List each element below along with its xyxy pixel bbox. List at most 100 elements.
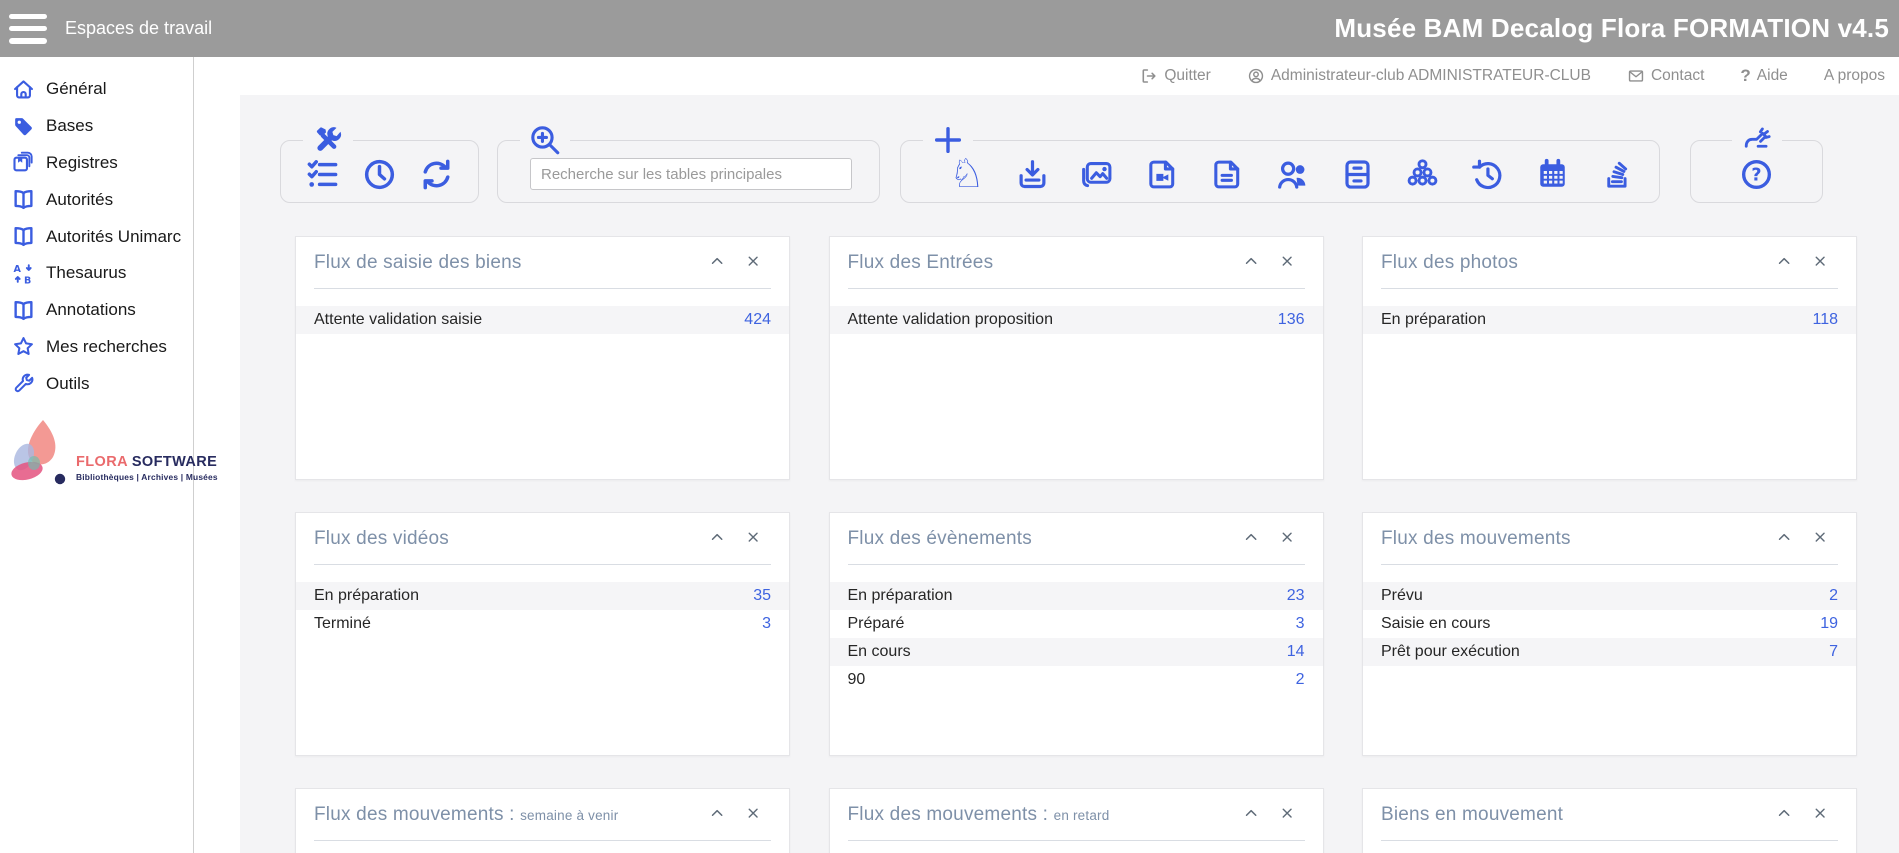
flux-row-label: Attente validation proposition [848,311,1053,329]
close-icon[interactable] [1812,805,1830,823]
card-separator [1381,840,1838,841]
flux-row-label: En préparation [848,587,953,605]
history-icon[interactable] [1470,157,1505,192]
card-rows: En préparation23Préparé3En cours14902 [830,582,1323,694]
flora-software-logo: FLORA SOFTWARE Bibliothèques | Archives … [0,418,193,492]
close-icon[interactable] [745,253,763,271]
card-rows: En préparation35Terminé3 [296,582,789,638]
sidebar-item-bases[interactable]: Bases [0,108,193,145]
card-flux-videos: Flux des vidéosEn préparation35Terminé3 [295,512,790,756]
flux-row[interactable]: Prêt pour exécution7 [1363,638,1856,666]
flux-row[interactable]: En préparation35 [296,582,789,610]
flux-row-label: Prévu [1381,587,1423,605]
flux-row[interactable]: Attente validation saisie424 [296,306,789,334]
close-icon[interactable] [1279,253,1297,271]
photos-icon[interactable] [1080,157,1115,192]
collapse-icon[interactable] [709,529,727,547]
sidebar-item-thesaurus[interactable]: ABThesaurus [0,255,193,292]
sidebar-item-label: Outils [46,374,89,394]
flux-row[interactable]: En cours14 [830,638,1323,666]
close-icon[interactable] [1812,529,1830,547]
help-icon[interactable]: ? [1739,157,1774,192]
flux-row[interactable]: Prévu 2 [1363,582,1856,610]
flux-row[interactable]: 902 [830,666,1323,694]
sidebar-item-mes-recherches[interactable]: Mes recherches [0,329,193,366]
card-flux-mouvements: Flux des mouvementsPrévu2Saisie en cours… [1362,512,1857,756]
flux-row[interactable]: En préparation118 [1363,306,1856,334]
flux-row-label: Prêt pour exécution [1381,643,1520,661]
collapse-icon[interactable] [1776,529,1794,547]
card-header: Flux des mouvements : en retard [830,789,1323,826]
utility-link-apropos[interactable]: A propos [1824,67,1885,85]
main-search-input[interactable] [530,158,852,190]
collapse-icon[interactable] [1776,253,1794,271]
sidebar-item-outils[interactable]: Outils [0,365,193,402]
archive-icon[interactable] [1340,157,1375,192]
card-title: Flux des mouvements : semaine à venir [314,804,771,826]
collapse-icon[interactable] [1243,805,1261,823]
card-flux-entrees: Flux des Entrées Attente validation propo… [829,236,1324,480]
close-icon[interactable] [745,529,763,547]
chess-knight-icon[interactable]: ♘ [949,156,985,192]
utility-link-quitter[interactable]: Quitter [1140,67,1211,85]
utility-link-aide[interactable]: ?Aide [1740,66,1787,86]
flux-row[interactable]: Terminé3 [296,610,789,638]
card-header: Flux des mouvements : semaine à venir [296,789,789,826]
document-icon[interactable] [1210,157,1245,192]
sidebar-item-general[interactable]: Général [0,71,193,108]
card-separator [1381,564,1838,565]
cluster-icon[interactable] [1405,157,1440,192]
home-icon [11,77,35,101]
flux-row[interactable]: Attente validation proposition136 [830,306,1323,334]
close-icon[interactable] [1279,529,1297,547]
flux-row-count: 3 [1296,615,1305,633]
sidebar-item-label: Mes recherches [46,337,167,357]
sidebar-item-registres[interactable]: Registres [0,145,193,182]
flux-row-count: 35 [753,587,771,605]
refresh-icon[interactable] [419,157,454,192]
flux-row[interactable]: En préparation23 [830,582,1323,610]
sidebar-item-annotations[interactable]: Annotations [0,292,193,329]
collapse-icon[interactable] [1776,805,1794,823]
video-file-icon[interactable] [1145,157,1180,192]
collapse-icon[interactable] [709,805,727,823]
sidebar-nav: Général BasesRegistresAutoritésAutorités … [0,57,193,402]
card-flux-mouvements-semaine: Flux des mouvements : semaine à venir [295,788,790,853]
book-open-icon [11,225,35,249]
collapse-icon[interactable] [1243,253,1261,271]
flux-row-count: 2 [1296,671,1305,689]
card-flux-photos: Flux des photosEn préparation118 [1362,236,1857,480]
flux-row[interactable]: Préparé3 [830,610,1323,638]
clock-icon[interactable] [362,157,397,192]
flux-row[interactable]: Saisie en cours19 [1363,610,1856,638]
copies-icon [11,151,35,175]
sidebar-item-autorites-unimarc[interactable]: Autorités Unimarc [0,218,193,255]
svg-text:A: A [13,264,21,275]
stack-icon[interactable] [1600,157,1635,192]
book-open-icon [11,298,35,322]
calendar-icon[interactable] [1535,157,1570,192]
hamburger-menu-icon[interactable] [9,14,47,44]
card-separator [848,564,1305,565]
close-icon[interactable] [1279,805,1297,823]
snap-fingers-icon[interactable] [1740,123,1774,157]
utility-link-contact[interactable]: Contact [1627,67,1704,85]
zoom-plus-icon[interactable] [528,123,562,157]
close-icon[interactable] [1812,253,1830,271]
checklist-icon[interactable] [305,157,340,192]
sidebar-item-autorites[interactable]: Autorités [0,181,193,218]
card-title: Flux de saisie des biens [314,252,771,274]
sidebar-item-label: Général [46,79,106,99]
utility-link-user[interactable]: Administrateur-club ADMINISTRATEUR-CLUB [1247,67,1591,85]
card-header: Flux des Entrées [830,237,1323,274]
flux-row-count: 2 [1829,587,1838,605]
close-icon[interactable] [745,805,763,823]
collapse-icon[interactable] [1243,529,1261,547]
star-icon [11,335,35,359]
collapse-icon[interactable] [709,253,727,271]
users-icon[interactable] [1275,157,1310,192]
import-icon[interactable] [1015,157,1050,192]
tools-icon[interactable] [311,123,345,157]
utility-bar: Quitter Administrateur-club ADMINISTRATEU… [194,57,1899,95]
flux-row-count: 14 [1287,643,1305,661]
